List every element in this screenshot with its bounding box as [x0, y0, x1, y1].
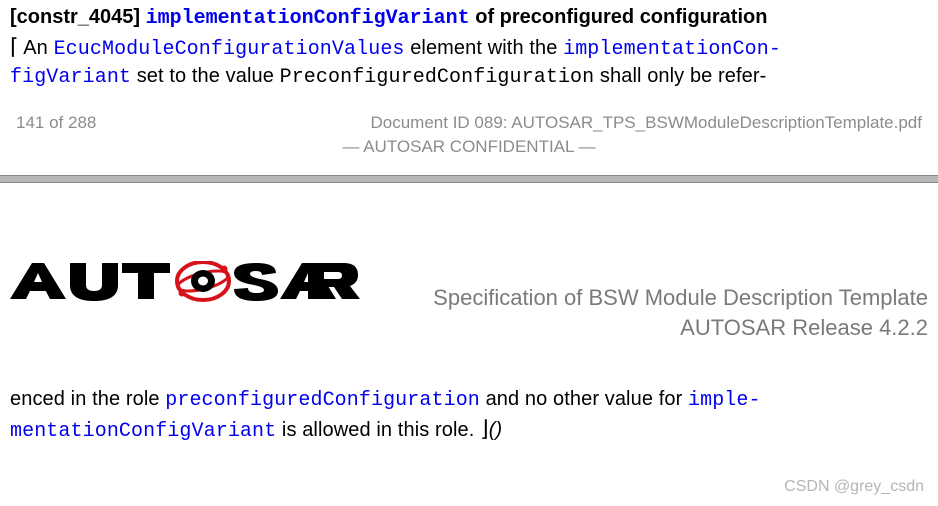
p2-code-1: preconfiguredConfiguration	[165, 389, 480, 412]
document-header: Specification of BSW Module Description …	[10, 261, 928, 342]
page-bottom-fragment: Specification of BSW Module Description …	[0, 261, 938, 445]
p1-code-3: PreconfiguredConfiguration	[280, 66, 595, 89]
footer-row-1: 141 of 288 Document ID 089: AUTOSAR_TPS_…	[16, 113, 922, 133]
constraint-title-suffix: of preconfigured configuration	[470, 6, 768, 28]
p1-text-4: shall only be refer-	[594, 65, 766, 87]
constraint-heading: [constr_4045] implementationConfigVarian…	[10, 4, 928, 32]
p2-trail: ()	[489, 419, 503, 441]
spec-title: Specification of BSW Module Description …	[380, 283, 928, 313]
page-number: 141 of 288	[16, 113, 96, 133]
page-top-fragment: [constr_4045] implementationConfigVarian…	[0, 0, 938, 157]
open-bracket-icon: ⌈	[10, 34, 19, 59]
p1-text-2: element with the	[405, 37, 564, 59]
paragraph-1: ⌈ An EcucModuleConfigurationValues eleme…	[10, 32, 928, 91]
p1-code-1: EcucModuleConfigurationValues	[54, 38, 405, 61]
watermark: CSDN @grey_csdn	[784, 478, 924, 496]
p1-text-1: An	[19, 37, 54, 59]
p2-text-1: enced in the role	[10, 388, 165, 410]
constraint-id: [constr_4045]	[10, 6, 140, 28]
paragraph-2: enced in the role preconfiguredConfigura…	[10, 386, 928, 445]
p2-text-2: and no other value for	[480, 388, 688, 410]
p2-code-2b: mentationConfigVariant	[10, 420, 276, 443]
page-footer: 141 of 288 Document ID 089: AUTOSAR_TPS_…	[10, 113, 928, 157]
close-bracket-icon: ⌋	[480, 416, 489, 441]
autosar-logo	[10, 261, 362, 307]
confidential-mark: — AUTOSAR CONFIDENTIAL —	[16, 137, 922, 157]
p1-text-3: set to the value	[131, 65, 280, 87]
p2-text-3: is allowed in this role.	[276, 419, 480, 441]
header-text-block: Specification of BSW Module Description …	[380, 261, 928, 342]
p1-code-2a: implementationCon-	[563, 38, 781, 61]
constraint-code-title: implementationConfigVariant	[146, 7, 470, 30]
document-id: Document ID 089: AUTOSAR_TPS_BSWModuleDe…	[371, 113, 923, 133]
page-break-divider	[0, 175, 938, 183]
p2-code-2a: imple-	[688, 389, 761, 412]
release-version: AUTOSAR Release 4.2.2	[380, 313, 928, 343]
p1-code-2b: figVariant	[10, 66, 131, 89]
